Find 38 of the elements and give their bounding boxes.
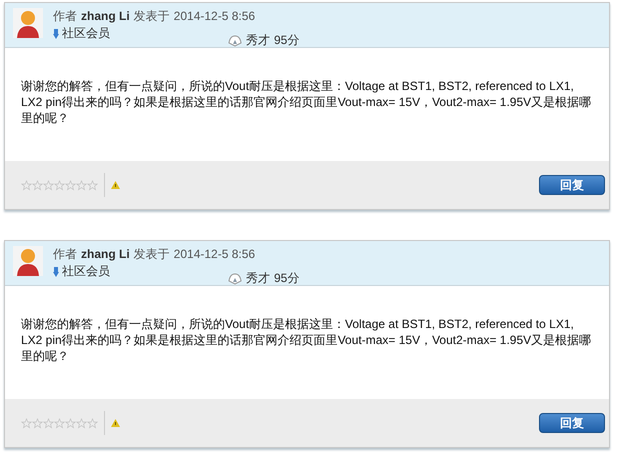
- member-icon: [53, 28, 59, 38]
- star-icon[interactable]: [43, 418, 54, 428]
- star-icon[interactable]: [65, 180, 76, 190]
- score-text: 95分: [274, 32, 300, 49]
- author-label: 作者: [53, 8, 77, 25]
- author-name[interactable]: zhang Li: [81, 9, 130, 23]
- author-name[interactable]: zhang Li: [81, 247, 130, 261]
- member-role: 社区会员: [62, 25, 110, 42]
- avatar-icon: [13, 8, 43, 38]
- post-date: 2014-12-5 8:56: [174, 9, 256, 23]
- score-text: 95分: [274, 270, 300, 287]
- star-icon[interactable]: [21, 418, 32, 428]
- member-role: 社区会员: [62, 263, 110, 280]
- star-icon[interactable]: [87, 418, 98, 428]
- author-label: 作者: [53, 246, 77, 263]
- star-icon[interactable]: [65, 418, 76, 428]
- posted-label: 发表于: [134, 8, 170, 25]
- avatar-icon: [13, 246, 43, 276]
- post-body: 谢谢您的解答，但有一点疑问，所说的Vout耐压是根据这里：Voltage at BST1, BST2, referenced to LX1, LX2 pin得出来的吗？如果是根据这里的话那官网介绍页面里Vout-max= 15V，Vout2-max= 1.95V又是根据哪里的呢？: [21, 316, 592, 364]
- star-icon[interactable]: [21, 180, 32, 190]
- star-icon[interactable]: [32, 418, 43, 428]
- warning-icon[interactable]: [111, 181, 120, 189]
- rank-text: 秀才: [246, 270, 270, 287]
- member-icon: [53, 266, 59, 276]
- star-icon[interactable]: [54, 418, 65, 428]
- star-icon[interactable]: [54, 180, 65, 190]
- star-icon[interactable]: [76, 180, 87, 190]
- rank-text: 秀才: [246, 32, 270, 49]
- reply-button[interactable]: 回复: [539, 413, 605, 433]
- post-date: 2014-12-5 8:56: [174, 247, 256, 261]
- star-icon[interactable]: [32, 180, 43, 190]
- reply-button[interactable]: 回复: [539, 175, 605, 195]
- star-icon[interactable]: [87, 180, 98, 190]
- star-icon[interactable]: [76, 418, 87, 428]
- warning-icon[interactable]: [111, 419, 120, 427]
- post-body: 谢谢您的解答，但有一点疑问，所说的Vout耐压是根据这里：Voltage at BST1, BST2, referenced to LX1, LX2 pin得出来的吗？如果是根据这里的话那官网介绍页面里Vout-max= 15V，Vout2-max= 1.95V又是根据哪里的呢？: [21, 78, 592, 126]
- star-icon[interactable]: [43, 180, 54, 190]
- posted-label: 发表于: [134, 246, 170, 263]
